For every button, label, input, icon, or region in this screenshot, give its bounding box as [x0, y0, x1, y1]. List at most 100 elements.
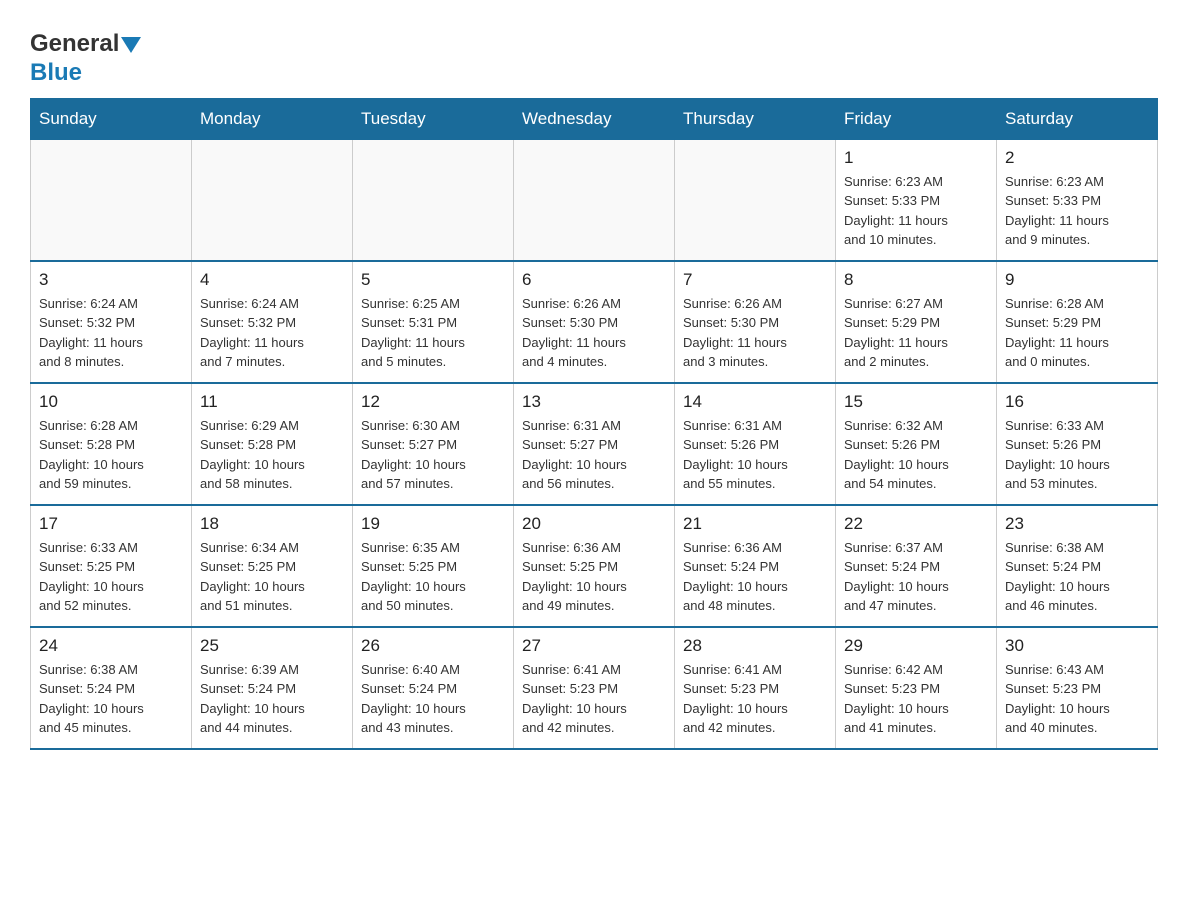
calendar-cell: 25 Sunrise: 6:39 AM Sunset: 5:24 PM Dayli… — [192, 627, 353, 749]
day-number: 13 — [522, 392, 666, 412]
calendar-cell — [514, 139, 675, 261]
day-number: 27 — [522, 636, 666, 656]
calendar-week-row: 10 Sunrise: 6:28 AM Sunset: 5:28 PM Dayli… — [31, 383, 1158, 505]
calendar-cell: 20 Sunrise: 6:36 AM Sunset: 5:25 PM Dayli… — [514, 505, 675, 627]
calendar-cell: 28 Sunrise: 6:41 AM Sunset: 5:23 PM Dayli… — [675, 627, 836, 749]
calendar-cell: 2 Sunrise: 6:23 AM Sunset: 5:33 PM Daylig… — [997, 139, 1158, 261]
day-number: 16 — [1005, 392, 1149, 412]
day-info: Sunrise: 6:39 AM Sunset: 5:24 PM Dayligh… — [200, 660, 344, 738]
calendar-week-row: 1 Sunrise: 6:23 AM Sunset: 5:33 PM Daylig… — [31, 139, 1158, 261]
calendar-cell: 7Sunrise: 6:26 AM Sunset: 5:30 PM Daylig… — [675, 261, 836, 383]
day-info: Sunrise: 6:29 AM Sunset: 5:28 PM Dayligh… — [200, 416, 344, 494]
day-info: Sunrise: 6:32 AM Sunset: 5:26 PM Dayligh… — [844, 416, 988, 494]
day-info: Sunrise: 6:41 AM Sunset: 5:23 PM Dayligh… — [683, 660, 827, 738]
day-number: 5 — [361, 270, 505, 290]
day-number: 25 — [200, 636, 344, 656]
day-number: 22 — [844, 514, 988, 534]
weekday-header-tuesday: Tuesday — [353, 98, 514, 139]
logo-triangle-icon — [121, 33, 141, 53]
day-info: Sunrise: 6:38 AM Sunset: 5:24 PM Dayligh… — [39, 660, 183, 738]
logo-blue-text: Blue — [30, 59, 82, 86]
day-number: 8 — [844, 270, 988, 290]
day-number: 14 — [683, 392, 827, 412]
day-number: 10 — [39, 392, 183, 412]
calendar-cell — [675, 139, 836, 261]
day-info: Sunrise: 6:35 AM Sunset: 5:25 PM Dayligh… — [361, 538, 505, 616]
day-info: Sunrise: 6:23 AM Sunset: 5:33 PM Dayligh… — [844, 172, 988, 250]
weekday-header-row: SundayMondayTuesdayWednesdayThursdayFrid… — [31, 98, 1158, 139]
day-number: 23 — [1005, 514, 1149, 534]
day-number: 11 — [200, 392, 344, 412]
calendar-week-row: 3Sunrise: 6:24 AM Sunset: 5:32 PM Daylig… — [31, 261, 1158, 383]
calendar-cell: 10 Sunrise: 6:28 AM Sunset: 5:28 PM Dayli… — [31, 383, 192, 505]
calendar-week-row: 17 Sunrise: 6:33 AM Sunset: 5:25 PM Dayli… — [31, 505, 1158, 627]
day-info: Sunrise: 6:30 AM Sunset: 5:27 PM Dayligh… — [361, 416, 505, 494]
day-info: Sunrise: 6:33 AM Sunset: 5:26 PM Dayligh… — [1005, 416, 1149, 494]
day-number: 9 — [1005, 270, 1149, 290]
day-info: Sunrise: 6:31 AM Sunset: 5:27 PM Dayligh… — [522, 416, 666, 494]
day-number: 4 — [200, 270, 344, 290]
calendar-cell — [353, 139, 514, 261]
day-info: Sunrise: 6:34 AM Sunset: 5:25 PM Dayligh… — [200, 538, 344, 616]
calendar-cell: 19 Sunrise: 6:35 AM Sunset: 5:25 PM Dayli… — [353, 505, 514, 627]
calendar-cell: 14 Sunrise: 6:31 AM Sunset: 5:26 PM Dayli… — [675, 383, 836, 505]
calendar-cell: 15Sunrise: 6:32 AM Sunset: 5:26 PM Dayli… — [836, 383, 997, 505]
calendar-cell: 5 Sunrise: 6:25 AM Sunset: 5:31 PM Daylig… — [353, 261, 514, 383]
calendar-cell: 26Sunrise: 6:40 AM Sunset: 5:24 PM Dayli… — [353, 627, 514, 749]
day-info: Sunrise: 6:23 AM Sunset: 5:33 PM Dayligh… — [1005, 172, 1149, 250]
calendar-cell: 18 Sunrise: 6:34 AM Sunset: 5:25 PM Dayli… — [192, 505, 353, 627]
calendar-cell: 17 Sunrise: 6:33 AM Sunset: 5:25 PM Dayli… — [31, 505, 192, 627]
calendar-cell: 23 Sunrise: 6:38 AM Sunset: 5:24 PM Dayli… — [997, 505, 1158, 627]
calendar-cell: 3Sunrise: 6:24 AM Sunset: 5:32 PM Daylig… — [31, 261, 192, 383]
calendar-cell: 11 Sunrise: 6:29 AM Sunset: 5:28 PM Dayli… — [192, 383, 353, 505]
calendar-cell: 30 Sunrise: 6:43 AM Sunset: 5:23 PM Dayli… — [997, 627, 1158, 749]
day-number: 21 — [683, 514, 827, 534]
calendar-cell: 29Sunrise: 6:42 AM Sunset: 5:23 PM Dayli… — [836, 627, 997, 749]
calendar-cell: 13 Sunrise: 6:31 AM Sunset: 5:27 PM Dayli… — [514, 383, 675, 505]
weekday-header-saturday: Saturday — [997, 98, 1158, 139]
calendar-cell: 24 Sunrise: 6:38 AM Sunset: 5:24 PM Dayli… — [31, 627, 192, 749]
day-info: Sunrise: 6:41 AM Sunset: 5:23 PM Dayligh… — [522, 660, 666, 738]
calendar-cell: 8 Sunrise: 6:27 AM Sunset: 5:29 PM Daylig… — [836, 261, 997, 383]
day-number: 20 — [522, 514, 666, 534]
logo-general-text: General — [30, 30, 119, 59]
day-number: 7 — [683, 270, 827, 290]
day-number: 12 — [361, 392, 505, 412]
calendar-cell: 21Sunrise: 6:36 AM Sunset: 5:24 PM Dayli… — [675, 505, 836, 627]
day-number: 28 — [683, 636, 827, 656]
day-number: 18 — [200, 514, 344, 534]
day-info: Sunrise: 6:25 AM Sunset: 5:31 PM Dayligh… — [361, 294, 505, 372]
day-number: 30 — [1005, 636, 1149, 656]
calendar-cell — [31, 139, 192, 261]
day-info: Sunrise: 6:28 AM Sunset: 5:28 PM Dayligh… — [39, 416, 183, 494]
calendar-cell — [192, 139, 353, 261]
day-number: 1 — [844, 148, 988, 168]
day-info: Sunrise: 6:37 AM Sunset: 5:24 PM Dayligh… — [844, 538, 988, 616]
day-number: 29 — [844, 636, 988, 656]
day-number: 17 — [39, 514, 183, 534]
day-number: 24 — [39, 636, 183, 656]
day-info: Sunrise: 6:33 AM Sunset: 5:25 PM Dayligh… — [39, 538, 183, 616]
calendar-week-row: 24 Sunrise: 6:38 AM Sunset: 5:24 PM Dayli… — [31, 627, 1158, 749]
day-number: 6 — [522, 270, 666, 290]
calendar-cell: 4Sunrise: 6:24 AM Sunset: 5:32 PM Daylig… — [192, 261, 353, 383]
calendar-cell: 16 Sunrise: 6:33 AM Sunset: 5:26 PM Dayli… — [997, 383, 1158, 505]
day-info: Sunrise: 6:38 AM Sunset: 5:24 PM Dayligh… — [1005, 538, 1149, 616]
weekday-header-thursday: Thursday — [675, 98, 836, 139]
day-number: 2 — [1005, 148, 1149, 168]
day-info: Sunrise: 6:31 AM Sunset: 5:26 PM Dayligh… — [683, 416, 827, 494]
calendar-cell: 22 Sunrise: 6:37 AM Sunset: 5:24 PM Dayli… — [836, 505, 997, 627]
calendar-cell: 9Sunrise: 6:28 AM Sunset: 5:29 PM Daylig… — [997, 261, 1158, 383]
day-info: Sunrise: 6:27 AM Sunset: 5:29 PM Dayligh… — [844, 294, 988, 372]
day-info: Sunrise: 6:24 AM Sunset: 5:32 PM Dayligh… — [39, 294, 183, 372]
day-info: Sunrise: 6:36 AM Sunset: 5:25 PM Dayligh… — [522, 538, 666, 616]
day-info: Sunrise: 6:26 AM Sunset: 5:30 PM Dayligh… — [522, 294, 666, 372]
calendar-cell: 6 Sunrise: 6:26 AM Sunset: 5:30 PM Daylig… — [514, 261, 675, 383]
page-header: General Blue — [30, 20, 1158, 88]
calendar-cell: 12 Sunrise: 6:30 AM Sunset: 5:27 PM Dayli… — [353, 383, 514, 505]
logo: General Blue — [30, 20, 141, 88]
weekday-header-sunday: Sunday — [31, 98, 192, 139]
day-number: 19 — [361, 514, 505, 534]
calendar-cell: 1 Sunrise: 6:23 AM Sunset: 5:33 PM Daylig… — [836, 139, 997, 261]
day-info: Sunrise: 6:43 AM Sunset: 5:23 PM Dayligh… — [1005, 660, 1149, 738]
